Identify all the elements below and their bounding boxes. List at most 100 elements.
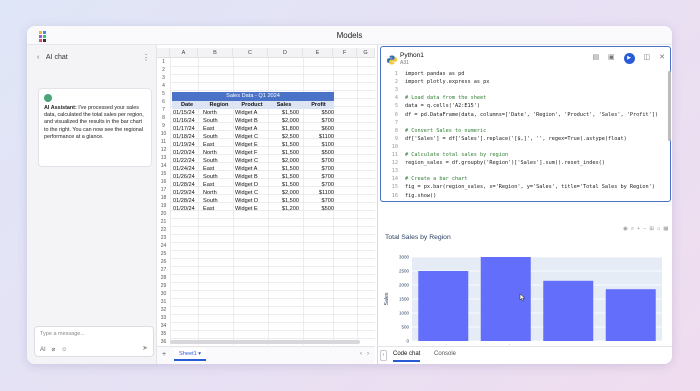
- table-cell[interactable]: 01/20/24: [173, 149, 201, 157]
- table-cell[interactable]: 01/22/24: [173, 157, 201, 165]
- table-cell[interactable]: South: [203, 157, 235, 165]
- table-cell[interactable]: 01/20/24: [173, 205, 201, 213]
- table-cell[interactable]: South: [203, 117, 235, 125]
- table-cell[interactable]: $500: [303, 205, 334, 213]
- column-header[interactable]: C: [233, 48, 268, 58]
- row-header[interactable]: 20: [157, 210, 170, 218]
- row-header[interactable]: 13: [157, 154, 170, 162]
- table-cell[interactable]: Widget E: [235, 141, 269, 149]
- python-code-cell[interactable]: Python1 A31 ▤ ▣ ▶ ◫ ✕ 1 import pandas as …: [380, 46, 671, 202]
- table-cell[interactable]: 01/16/24: [173, 117, 201, 125]
- table-cell[interactable]: $700: [303, 157, 334, 165]
- table-cell[interactable]: 01/28/24: [173, 197, 201, 205]
- table-cell[interactable]: Widget B: [235, 173, 269, 181]
- code-line[interactable]: # Convert Sales to numeric: [405, 128, 486, 134]
- save-icon[interactable]: ▣: [608, 53, 615, 61]
- table-cell[interactable]: $1,800: [269, 125, 299, 133]
- column-header[interactable]: A: [170, 48, 198, 58]
- table-cell[interactable]: East: [203, 141, 235, 149]
- table-cell[interactable]: $1,200: [269, 205, 299, 213]
- code-line[interactable]: # Create a bar chart: [405, 176, 467, 182]
- column-header[interactable]: B: [198, 48, 233, 58]
- table-cell[interactable]: $500: [303, 109, 334, 117]
- more-options-icon[interactable]: ⋮: [142, 53, 150, 62]
- sheet-nav-arrows-icon[interactable]: ‹ ›: [360, 351, 369, 357]
- row-header[interactable]: 16: [157, 178, 170, 186]
- row-header[interactable]: 33: [157, 314, 170, 322]
- table-title[interactable]: Sales Data - Q1 2024: [172, 92, 334, 101]
- table-cell[interactable]: 01/18/24: [173, 133, 201, 141]
- emoji-icon[interactable]: ☺: [61, 347, 67, 353]
- row-header[interactable]: 35: [157, 330, 170, 338]
- table-cell[interactable]: Widget C: [235, 189, 269, 197]
- table-cell[interactable]: 01/17/24: [173, 125, 201, 133]
- table-cell[interactable]: East: [203, 181, 235, 189]
- table-cell[interactable]: $1,500: [269, 141, 299, 149]
- table-cell[interactable]: Widget A: [235, 165, 269, 173]
- code-line[interactable]: region_sales = df.groupby('Region')['Sal…: [405, 160, 605, 166]
- table-cell[interactable]: $1,500: [269, 197, 299, 205]
- table-cell[interactable]: $2,000: [269, 189, 299, 197]
- table-cell[interactable]: Widget B: [235, 117, 269, 125]
- table-header-cell[interactable]: Region: [203, 101, 235, 109]
- table-cell[interactable]: South: [203, 173, 235, 181]
- table-cell[interactable]: $1100: [303, 189, 334, 197]
- table-cell[interactable]: 01/15/24: [173, 109, 201, 117]
- table-cell[interactable]: $700: [303, 165, 334, 173]
- table-cell[interactable]: 01/19/24: [173, 141, 201, 149]
- add-sheet-icon[interactable]: +: [162, 351, 166, 358]
- row-header[interactable]: 11: [157, 138, 170, 146]
- table-cell[interactable]: 01/24/24: [173, 165, 201, 173]
- table-cell[interactable]: $700: [303, 117, 334, 125]
- table-cell[interactable]: North: [203, 109, 235, 117]
- row-header[interactable]: 21: [157, 218, 170, 226]
- row-header[interactable]: 7: [157, 106, 170, 114]
- table-cell[interactable]: East: [203, 205, 235, 213]
- table-cell[interactable]: $1,500: [269, 149, 299, 157]
- chat-input-box[interactable]: Type a message... AI ⌀ ☺ ➤: [34, 326, 154, 357]
- attach-icon[interactable]: ⌀: [52, 347, 56, 353]
- split-view-icon[interactable]: ◫: [644, 53, 651, 61]
- column-header[interactable]: F: [333, 48, 357, 58]
- table-cell[interactable]: $700: [303, 173, 334, 181]
- row-header[interactable]: 19: [157, 202, 170, 210]
- row-header[interactable]: 5: [157, 90, 170, 98]
- table-cell[interactable]: South: [203, 133, 235, 141]
- row-header[interactable]: 32: [157, 306, 170, 314]
- code-line[interactable]: import plotly.express as px: [405, 79, 489, 85]
- code-line[interactable]: # Calculate total sales by region: [405, 152, 508, 158]
- horizontal-scrollbar[interactable]: [170, 340, 360, 344]
- table-cell[interactable]: $700: [303, 197, 334, 205]
- table-cell[interactable]: $500: [303, 149, 334, 157]
- tab-console[interactable]: Console: [434, 351, 456, 357]
- table-cell[interactable]: $1,500: [269, 173, 299, 181]
- code-scrollbar[interactable]: [668, 71, 671, 141]
- row-header[interactable]: 14: [157, 162, 170, 170]
- row-header[interactable]: 36: [157, 338, 170, 346]
- row-header[interactable]: 23: [157, 234, 170, 242]
- code-line[interactable]: df['Sales'] = df['Sales'].replace('[$,]'…: [405, 136, 627, 142]
- table-cell[interactable]: $100: [303, 141, 334, 149]
- table-cell[interactable]: $2,500: [269, 133, 299, 141]
- table-cell[interactable]: Widget F: [235, 149, 269, 157]
- table-cell[interactable]: $600: [303, 125, 334, 133]
- row-header[interactable]: 2: [157, 66, 170, 74]
- chat-input-placeholder[interactable]: Type a message...: [40, 331, 85, 337]
- table-cell[interactable]: Widget C: [235, 157, 269, 165]
- column-header[interactable]: E: [303, 48, 333, 58]
- table-cell[interactable]: Widget E: [235, 205, 269, 213]
- row-header[interactable]: 22: [157, 226, 170, 234]
- table-cell[interactable]: North: [203, 149, 235, 157]
- table-cell[interactable]: $1100: [303, 133, 334, 141]
- expand-panel-icon[interactable]: ›: [380, 350, 387, 361]
- run-button[interactable]: ▶: [623, 53, 635, 64]
- table-cell[interactable]: $700: [303, 181, 334, 189]
- code-line[interactable]: import pandas as pd: [405, 71, 464, 77]
- tab-code-chat[interactable]: Code chat: [393, 351, 421, 362]
- row-header[interactable]: 26: [157, 258, 170, 266]
- table-cell[interactable]: $1,500: [269, 165, 299, 173]
- table-header-cell[interactable]: Profit: [303, 101, 334, 109]
- row-header[interactable]: 8: [157, 114, 170, 122]
- code-line[interactable]: data = q.cells('A2:E15'): [405, 103, 480, 109]
- table-cell[interactable]: North: [203, 189, 235, 197]
